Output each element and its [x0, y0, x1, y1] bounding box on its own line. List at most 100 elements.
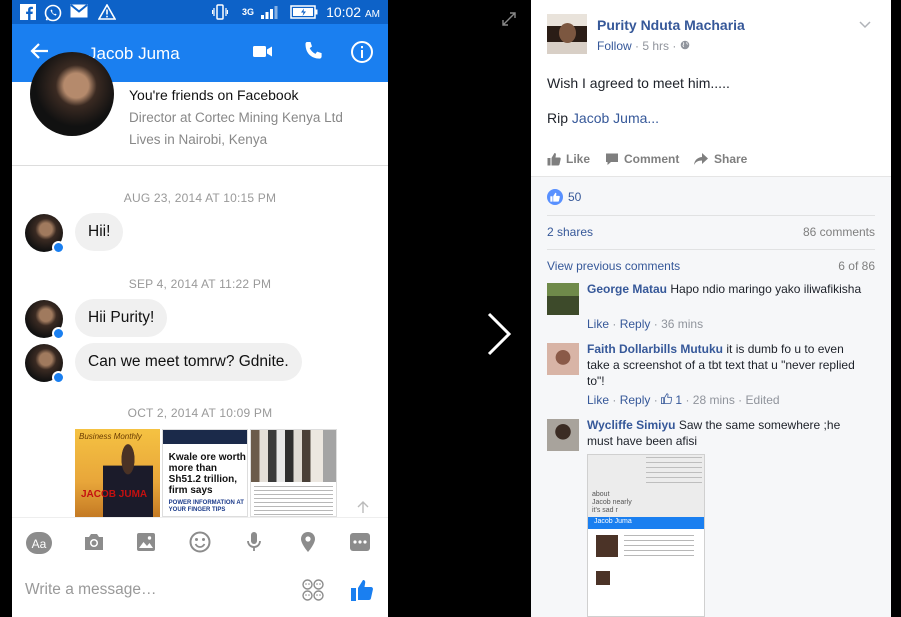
- edited-label[interactable]: Edited: [746, 393, 780, 407]
- contact-name: Jacob Juma: [88, 44, 180, 63]
- emoji-icon[interactable]: [188, 530, 214, 556]
- card-footer: POWER INFORMATION AT YOUR FINGER TIPS: [168, 500, 244, 513]
- camera-icon[interactable]: [82, 530, 108, 556]
- commenter-avatar[interactable]: [547, 343, 579, 375]
- comment-reaction-count[interactable]: 1: [675, 393, 682, 407]
- comment-text: Hapo ndio maringo yako iliwafikisha: [670, 282, 862, 296]
- messenger-badge-icon: [52, 371, 65, 384]
- message-bubble[interactable]: Hii Purity!: [75, 299, 168, 337]
- image-avatar: [596, 571, 610, 585]
- message-input[interactable]: Write a message…: [25, 581, 157, 599]
- post-author[interactable]: Purity Nduta Macharia: [597, 17, 745, 33]
- video-call-icon[interactable]: [252, 40, 278, 66]
- comment-reply-link[interactable]: Reply: [620, 317, 651, 331]
- post-meta: Follow · 5 hrs ·: [597, 39, 690, 53]
- expand-icon[interactable]: [502, 12, 516, 26]
- battery-icon: [290, 4, 318, 24]
- status-bar: 3G 10:02 AM: [12, 0, 388, 24]
- dot-separator: ·: [653, 393, 662, 407]
- more-options-icon[interactable]: [348, 530, 374, 556]
- commenter-name[interactable]: Faith Dollarbills Mutuku: [587, 342, 723, 356]
- shared-card-magazine[interactable]: Business Monthly JACOB JUMA: [75, 429, 160, 517]
- like-action[interactable]: Like: [547, 152, 590, 166]
- share-action[interactable]: Share: [693, 152, 747, 166]
- post-options-chevron-icon[interactable]: [859, 18, 871, 29]
- text-style-icon[interactable]: Aa: [25, 530, 52, 556]
- commenter-avatar[interactable]: [547, 419, 579, 451]
- comment-body: Wycliffe Simiyu Saw the same somewhere ;…: [587, 417, 869, 449]
- comment-like-link[interactable]: Like: [587, 317, 609, 331]
- commenter-name[interactable]: George Matau: [587, 282, 667, 296]
- commenter-avatar[interactable]: [547, 283, 579, 315]
- message-bubble[interactable]: Can we meet tomrw? Gdnite.: [75, 343, 302, 381]
- friendship-status: You're friends on Facebook: [129, 87, 299, 103]
- card-magazine-title: Business Monthly: [79, 432, 142, 441]
- post-actions: Like Comment Share: [547, 152, 877, 168]
- comment-label: Comment: [624, 152, 680, 166]
- location-icon[interactable]: [296, 530, 322, 556]
- gallery-icon[interactable]: [134, 530, 160, 556]
- post-text-line-2: Rip Jacob Juma...: [547, 110, 659, 126]
- dot-separator: ·: [738, 393, 746, 407]
- like-icon: [547, 153, 561, 166]
- shared-link-carousel[interactable]: Business Monthly JACOB JUMA Kwale ore wo…: [75, 429, 338, 517]
- author-avatar[interactable]: [547, 14, 587, 54]
- message-bubble[interactable]: Hii!: [75, 213, 124, 251]
- comments-count[interactable]: 86 comments: [803, 225, 875, 239]
- contact-profile-summary: You're friends on Facebook Director at C…: [12, 52, 388, 166]
- comment-reply-link[interactable]: Reply: [620, 393, 651, 407]
- timestamp-divider: OCT 2, 2014 AT 10:09 PM: [127, 406, 273, 420]
- shared-card-photo[interactable]: [250, 429, 338, 517]
- comments-page-count: 6 of 86: [838, 259, 875, 273]
- post-age[interactable]: 5 hrs: [642, 39, 669, 53]
- dot-separator: ·: [653, 317, 662, 331]
- shared-card-article[interactable]: Kwale ore worth more than Sh51.2 trillio…: [161, 429, 249, 517]
- facebook-notification-icon: [20, 4, 36, 24]
- divider: [547, 215, 875, 216]
- contact-work: Director at Cortec Mining Kenya Ltd: [129, 110, 343, 125]
- commenter-name[interactable]: Wycliffe Simiyu: [587, 418, 675, 432]
- screen: 3G 10:02 AM Jacob Juma You're friends on…: [0, 0, 901, 617]
- view-previous-comments-link[interactable]: View previous comments: [547, 259, 680, 273]
- info-icon[interactable]: [350, 40, 376, 66]
- share-icon: [694, 153, 708, 165]
- messenger-badge-icon: [52, 327, 65, 340]
- card-photo: [103, 443, 153, 517]
- comment-actions: Like · Reply · 36 mins: [587, 317, 703, 331]
- comment-time[interactable]: 28 mins: [693, 393, 735, 407]
- comment-action[interactable]: Comment: [605, 152, 679, 166]
- image-avatar: [596, 535, 618, 557]
- contact-avatar[interactable]: [25, 344, 65, 384]
- composer-toolbar: Aa: [12, 517, 388, 565]
- phone-call-icon[interactable]: [302, 40, 328, 66]
- reactions-summary[interactable]: 50: [547, 189, 581, 205]
- contact-profile-picture[interactable]: [30, 52, 114, 136]
- image-messenger-bar: Jacob Juma: [588, 517, 704, 529]
- comment-body: Faith Dollarbills Mutuku it is dumb fo u…: [587, 341, 869, 389]
- contact-avatar[interactable]: [25, 214, 65, 254]
- tagged-person-link[interactable]: Jacob Juma...: [572, 110, 659, 126]
- comment-time[interactable]: 36 mins: [661, 317, 703, 331]
- next-photo-arrow-icon[interactable]: [484, 312, 514, 356]
- reactions-count: 50: [568, 190, 582, 204]
- thumbs-up-send-icon[interactable]: [349, 577, 375, 603]
- comment-body: George Matau Hapo ndio maringo yako iliw…: [587, 281, 869, 297]
- card-masthead: [162, 430, 248, 444]
- comment-like-link[interactable]: Like: [587, 393, 609, 407]
- microphone-icon[interactable]: [242, 530, 268, 556]
- gmail-notification-icon: [70, 4, 88, 22]
- like-reaction-icon: [547, 189, 563, 205]
- contact-avatar[interactable]: [25, 300, 65, 340]
- status-time: 10:02 AM: [326, 4, 380, 20]
- shares-count[interactable]: 2 shares: [547, 225, 593, 239]
- card-headline: Kwale ore worth more than Sh51.2 trillio…: [168, 452, 246, 496]
- dot-separator: ·: [612, 393, 620, 407]
- vibrate-icon: [211, 4, 229, 24]
- post-text-line-1: Wish I agreed to meet him.....: [547, 75, 730, 91]
- sticker-icon[interactable]: [301, 578, 327, 604]
- warning-notification-icon: [97, 3, 117, 24]
- comment-attached-image[interactable]: about Jacob nearly it's sad r Jacob Juma: [587, 454, 705, 617]
- image-chat-area: [588, 529, 704, 616]
- post-text-prefix: Rip: [547, 110, 572, 126]
- follow-link[interactable]: Follow: [597, 39, 632, 53]
